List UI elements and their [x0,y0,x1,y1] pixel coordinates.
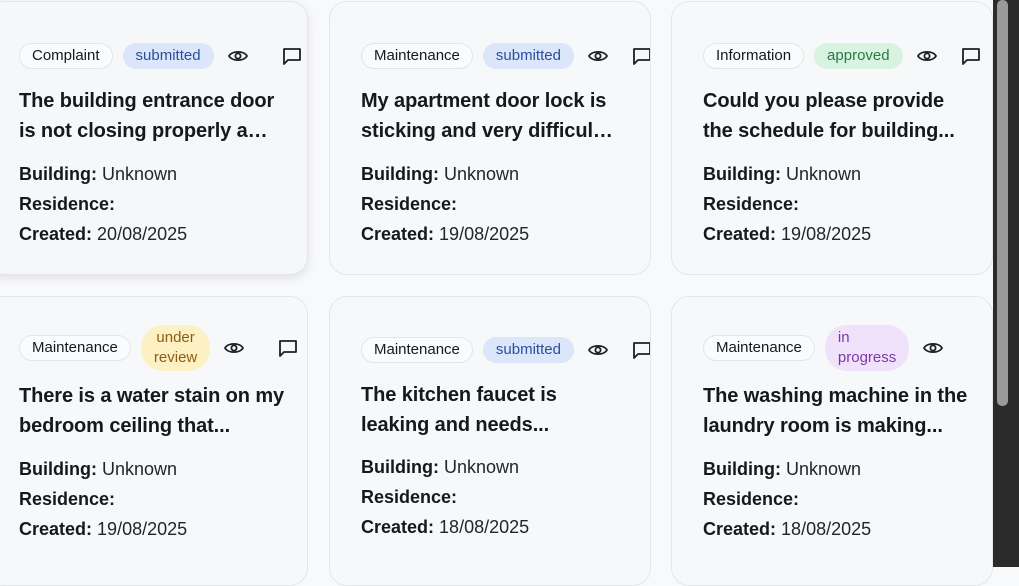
created-field: Created: 19/08/2025 [703,224,872,244]
category-badge: Maintenance [19,335,131,361]
eye-icon[interactable] [915,44,939,68]
created-field: Created: 20/08/2025 [19,224,188,244]
building-field: Building: Unknown [361,164,520,184]
card-header: Maintenance in progress [703,325,945,371]
category-badge: Maintenance [703,335,815,361]
card-header: Maintenance submitted [361,336,650,364]
created-field: Created: 18/08/2025 [703,519,872,539]
building-field: Building: Unknown [703,164,862,184]
residence-field: Residence: [361,487,458,507]
created-field: Created: 18/08/2025 [361,517,530,537]
card-header: Complaint submitted [19,42,304,70]
request-title: My apartment door lock is sticking and v… [361,90,616,142]
eye-icon[interactable] [226,44,250,68]
category-badge: Information [703,43,805,69]
residence-field: Residence: [703,489,800,509]
status-badge: under review [140,325,211,371]
request-card[interactable]: Information approved Could you please pr… [671,1,993,275]
card-header: Information approved [703,42,983,70]
residence-field: Residence: [703,194,800,214]
building-field: Building: Unknown [361,457,520,477]
chat-bubble-icon[interactable] [630,44,650,68]
building-field: Building: Unknown [703,459,862,479]
category-badge: Complaint [19,43,113,69]
eye-icon[interactable] [586,44,610,68]
card-header: Maintenance submitted [361,42,650,70]
chat-bubble-icon[interactable] [630,338,650,362]
created-field: Created: 19/08/2025 [19,519,188,539]
chat-bubble-icon[interactable] [280,44,304,68]
residence-field: Residence: [361,194,458,214]
building-field: Building: Unknown [19,164,178,184]
residence-field: Residence: [19,489,116,509]
request-card[interactable]: Maintenance submitted My apartment door … [329,1,651,275]
chat-bubble-icon[interactable] [276,336,300,360]
request-title: There is a water stain on my bedroom cei… [19,385,285,437]
request-card[interactable]: Maintenance in progress The washing machi… [671,296,993,586]
request-card[interactable]: Complaint submitted The building entranc… [0,1,308,275]
category-badge: Maintenance [361,337,473,363]
created-field: Created: 19/08/2025 [361,224,530,244]
status-badge: submitted [482,337,574,363]
request-title: Could you please provide the schedule fo… [703,90,955,142]
status-badge: in progress [824,325,910,371]
building-field: Building: Unknown [19,459,178,479]
request-card[interactable]: Maintenance submitted The kitchen faucet… [329,296,651,586]
request-title: The washing machine in the laundry room … [703,385,968,437]
scrollbar-thumb[interactable] [997,0,1008,406]
request-title: The kitchen faucet is leaking and needs.… [361,384,557,436]
status-badge: submitted [122,43,214,69]
request-card[interactable]: Maintenance under review There is a water… [0,296,308,586]
eye-icon[interactable] [222,336,246,360]
status-badge: approved [814,43,903,69]
eye-icon[interactable] [921,336,945,360]
card-header: Maintenance under review [19,325,300,371]
status-badge: submitted [482,43,574,69]
chat-bubble-icon[interactable] [959,44,983,68]
eye-icon[interactable] [586,338,610,362]
request-title: The building entrance door is not closin… [19,90,275,142]
category-badge: Maintenance [361,43,473,69]
residence-field: Residence: [19,194,116,214]
